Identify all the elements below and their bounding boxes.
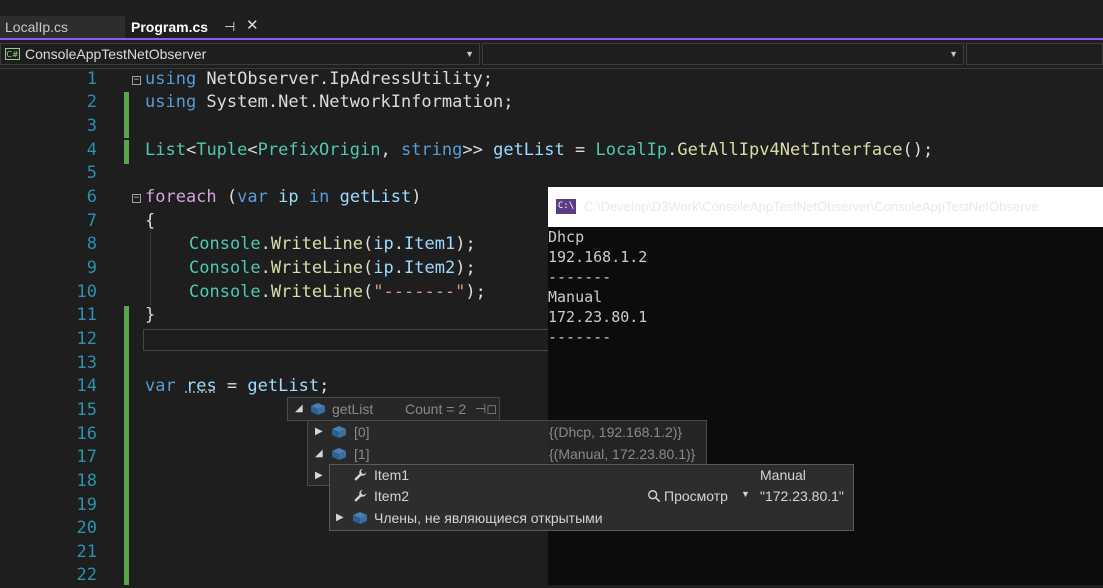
line-number: 18 xyxy=(76,471,97,491)
line-number: 8 xyxy=(86,234,97,254)
datatip-root-value: Count = 2 xyxy=(405,401,467,417)
tab-program[interactable]: Program.cs ⊣ ✕ xyxy=(126,16,266,38)
tab-label: LocalIp.cs xyxy=(5,19,69,35)
collapse-arrow-icon[interactable]: ◢ xyxy=(315,448,323,459)
line-number: 19 xyxy=(76,495,97,515)
view-dropdown[interactable]: Просмотр ▼ xyxy=(646,487,756,505)
datatip-item-value: {(Dhcp, 192.168.1.2)} xyxy=(549,424,683,440)
pin-icon[interactable]: ⊣◻ xyxy=(475,401,497,417)
code-line-6: foreach (var ip in getList) xyxy=(145,187,422,207)
change-bar xyxy=(124,92,129,138)
variable-icon xyxy=(332,448,346,460)
collapse-arrow-icon[interactable]: ◢ xyxy=(295,403,303,414)
change-bar xyxy=(124,140,129,164)
expand-arrow-icon[interactable]: ▶ xyxy=(315,470,323,481)
wrench-icon xyxy=(354,489,367,502)
chevron-down-icon: ▼ xyxy=(949,49,958,59)
datatip-child-row[interactable]: Item2 Просмотр ▼ "172.23.80.1" xyxy=(330,486,853,507)
code-line-10: Console.WriteLine("-------"); xyxy=(189,282,486,302)
variable-icon xyxy=(311,403,325,415)
variable-icon xyxy=(332,426,346,438)
line-number: 5 xyxy=(86,163,97,183)
chevron-down-icon: ▼ xyxy=(741,489,750,499)
line-number: 11 xyxy=(76,305,97,325)
collapse-icon[interactable]: − xyxy=(132,76,141,85)
code-line-8: Console.WriteLine(ip.Item1); xyxy=(189,234,476,254)
code-line-7: { xyxy=(145,211,156,231)
view-label: Просмотр xyxy=(664,488,728,504)
line-number: 1 xyxy=(86,69,97,89)
datatip-row[interactable]: ◢ [1] {(Manual, 172.23.80.1)} xyxy=(308,443,706,465)
datatip-child-row[interactable]: Item1 Manual xyxy=(330,465,853,486)
console-titlebar[interactable]: C:\ C:\Develop\D3Work\ConsoleAppTestNetO… xyxy=(548,187,1103,227)
datatip-children: Item1 Manual Item2 Просмотр ▼ "172.23.80… xyxy=(329,464,854,531)
datatip-child-name: Члены, не являющиеся открытыми xyxy=(374,510,603,526)
variable-icon xyxy=(353,512,367,524)
console-output-line: ------- xyxy=(548,268,612,286)
line-number: 14 xyxy=(76,376,97,396)
member-dropdown[interactable] xyxy=(966,43,1103,65)
code-line-9: Console.WriteLine(ip.Item2); xyxy=(189,258,476,278)
tab-label: Program.cs xyxy=(131,19,209,35)
type-dropdown[interactable]: ▼ xyxy=(482,43,964,65)
tab-bar: LocalIp.cs Program.cs ⊣ ✕ xyxy=(0,0,1103,40)
wrench-icon xyxy=(354,468,367,481)
console-output-line: Manual xyxy=(548,288,603,306)
datatip-child-value: "172.23.80.1" xyxy=(760,488,844,504)
console-output-line: Dhcp xyxy=(548,228,585,246)
expand-arrow-icon[interactable]: ▶ xyxy=(315,426,323,437)
datatip-item-value: {(Manual, 172.23.80.1)} xyxy=(549,446,696,462)
console-output-line: ------- xyxy=(548,328,612,346)
line-number: 3 xyxy=(86,116,97,136)
line-number: 13 xyxy=(76,353,97,373)
line-number: 22 xyxy=(76,565,97,585)
collapse-icon[interactable]: − xyxy=(132,194,141,203)
console-output-line: 172.23.80.1 xyxy=(548,308,648,326)
line-number: 6 xyxy=(86,187,97,207)
line-number: 12 xyxy=(76,329,97,349)
datatip-child-row[interactable]: ▶ Члены, не являющиеся открытыми xyxy=(330,507,853,529)
line-number: 20 xyxy=(76,518,97,538)
console-app-icon: C:\ xyxy=(556,199,576,214)
line-number: 7 xyxy=(86,211,97,231)
code-line-4: List<Tuple<PrefixOrigin, string>> getLis… xyxy=(145,140,934,160)
change-bar xyxy=(124,306,129,585)
current-line-highlight xyxy=(143,329,563,351)
chevron-down-icon: ▼ xyxy=(465,49,474,59)
datatip-row[interactable]: ▶ [0] {(Dhcp, 192.168.1.2)} xyxy=(308,421,706,443)
code-line-2: using System.Net.NetworkInformation; xyxy=(145,92,514,112)
project-dropdown[interactable]: C# ConsoleAppTestNetObserver ▼ xyxy=(0,43,480,65)
datatip-child-name: Item2 xyxy=(374,488,410,504)
pin-icon[interactable]: ⊣ xyxy=(224,16,235,38)
console-title: C:\Develop\D3Work\ConsoleAppTestNetObser… xyxy=(584,199,1039,214)
close-icon[interactable]: ✕ xyxy=(246,15,259,37)
magnifier-icon xyxy=(648,490,661,503)
line-number: 15 xyxy=(76,400,97,420)
navigation-bar: C# ConsoleAppTestNetObserver ▼ ▼ xyxy=(0,40,1103,69)
datatip-root[interactable]: ◢ getList Count = 2 ⊣◻ xyxy=(287,397,500,421)
datatip-child-name: Item1 xyxy=(374,467,410,483)
line-number: 16 xyxy=(76,424,97,444)
code-line-14: var res = getList; xyxy=(145,376,330,396)
tab-localip[interactable]: LocalIp.cs xyxy=(0,16,125,38)
datatip-child-value: Manual xyxy=(760,467,806,483)
line-number: 10 xyxy=(76,282,97,302)
line-number: 21 xyxy=(76,542,97,562)
csharp-project-icon: C# xyxy=(5,48,20,60)
code-line-1: using NetObserver.IpAdressUtility; xyxy=(145,69,494,89)
datatip-item-name: [0] xyxy=(354,424,370,440)
line-number: 2 xyxy=(86,92,97,112)
code-line-11: } xyxy=(145,305,156,325)
project-name: ConsoleAppTestNetObserver xyxy=(25,46,207,62)
datatip-item-name: [1] xyxy=(354,446,370,462)
console-output-line: 192.168.1.2 xyxy=(548,248,648,266)
indent-guide xyxy=(150,221,151,313)
line-number: 9 xyxy=(86,258,97,278)
line-number: 17 xyxy=(76,447,97,467)
datatip-root-name: getList xyxy=(332,401,374,417)
expand-arrow-icon[interactable]: ▶ xyxy=(336,512,344,523)
line-number: 4 xyxy=(86,140,97,160)
